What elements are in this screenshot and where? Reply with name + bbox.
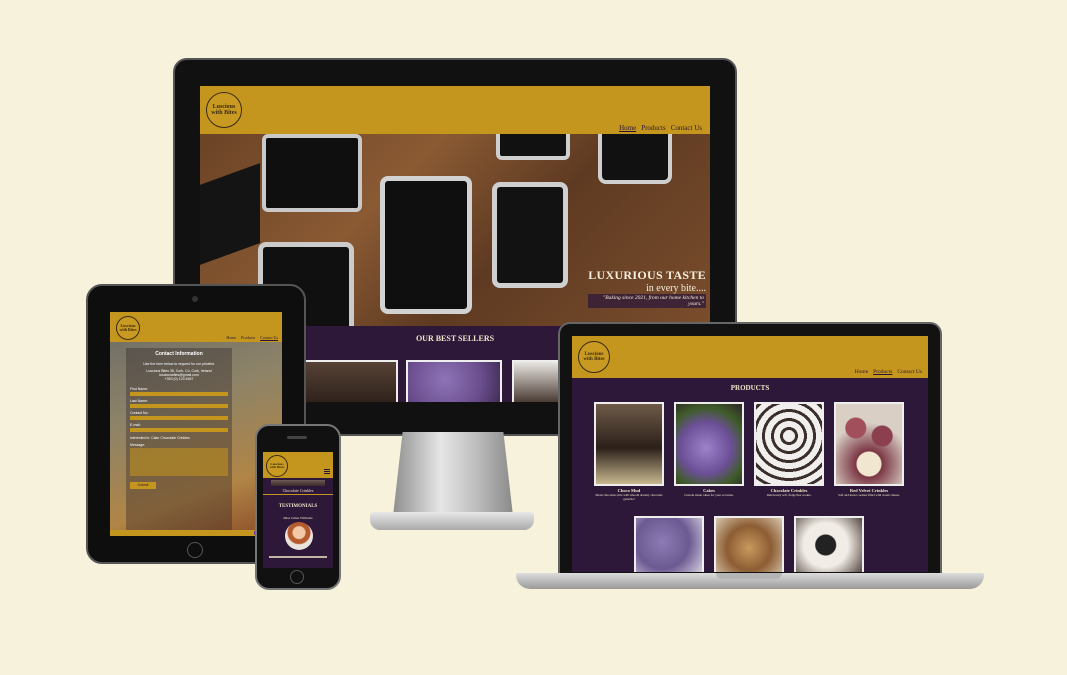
message-label: Message: xyxy=(130,443,146,447)
product-desc: Moist chocolate slice with smooth dreamy… xyxy=(595,493,663,501)
site-header: Luscious with Bites Home Products Contac… xyxy=(572,336,928,378)
monitor-stand-neck xyxy=(393,432,513,516)
message-textarea[interactable] xyxy=(130,448,228,476)
main-nav: Home Products Contact Us xyxy=(221,335,278,340)
laptop-trackpad-notch xyxy=(716,573,782,579)
logo-line2: with Bites xyxy=(211,110,237,116)
site-header: Luscious with Bites Home Products Contac… xyxy=(110,312,282,342)
best-seller-image[interactable] xyxy=(406,360,502,402)
main-nav: Home Products Contact Us xyxy=(850,369,922,375)
hero-dark-board xyxy=(200,163,260,265)
logo-line2: with Bites xyxy=(269,465,285,469)
contact-heading: Contact Information xyxy=(155,351,203,357)
testimonials-heading: TESTIMONIALS xyxy=(278,504,318,509)
product-card[interactable]: Chocolate Crinkles Deliciously soft, fud… xyxy=(754,402,824,497)
product-desc: Deliciously soft, fudge like cookie. xyxy=(766,493,812,497)
hero-tagline: "Baking since 2021, from our home kitche… xyxy=(588,294,706,308)
nav-products[interactable]: Products xyxy=(873,369,892,375)
phone-screen: Luscious with Bites Chocolate Crinkles T… xyxy=(263,452,333,568)
site-header: Luscious with Bites Home Products Contac… xyxy=(200,86,710,134)
last-name-input[interactable] xyxy=(130,404,228,408)
brand-logo[interactable]: Luscious with Bites xyxy=(116,316,140,340)
brand-logo[interactable]: Luscious with Bites xyxy=(266,455,288,477)
product-card[interactable]: Choco Mud Moist chocolate slice with smo… xyxy=(594,402,664,501)
brand-logo[interactable]: Luscious with Bites xyxy=(578,341,610,373)
email-label: E-mail: xyxy=(130,423,141,427)
site-header: Luscious with Bites xyxy=(263,452,333,478)
reviewer-avatar xyxy=(285,522,313,550)
submit-button[interactable]: Submit xyxy=(130,482,156,489)
contact-no-label: Contact No: xyxy=(130,411,149,415)
product-image-chocolate-crinkles xyxy=(754,402,824,486)
nav-contact[interactable]: Contact Us xyxy=(260,335,278,340)
monitor-stand-base xyxy=(370,512,534,530)
product-image-red-velvet-crinkles xyxy=(834,402,904,486)
testimonial-text-line xyxy=(269,556,327,558)
product-image-cakes xyxy=(674,402,744,486)
first-name-input[interactable] xyxy=(130,392,228,396)
main-nav: Home Products Contact Us xyxy=(614,124,702,132)
product-desc: Soft and moist cookies filled with cream… xyxy=(838,493,900,497)
product-card[interactable]: Red Velvet Crinkles Soft and moist cooki… xyxy=(834,402,904,497)
product-image[interactable] xyxy=(794,516,864,572)
logo-line2: with Bites xyxy=(583,357,605,362)
nav-home[interactable]: Home xyxy=(619,124,636,132)
tablet-camera xyxy=(192,296,198,302)
phone-home-button[interactable] xyxy=(290,570,304,584)
contact-intro: Use the form below to request for our pr… xyxy=(143,362,215,366)
reviewer-name: Miss Jamie Williams xyxy=(283,516,313,520)
hamburger-menu-icon[interactable] xyxy=(324,468,330,475)
interest-checkboxes[interactable]: Interested in: Cake Chocolate Crinkles xyxy=(130,436,232,440)
phone-speaker xyxy=(287,436,307,439)
nav-contact[interactable]: Contact Us xyxy=(897,369,922,375)
product-image[interactable] xyxy=(634,516,704,572)
product-card[interactable]: Cakes Custom made cakes for your occasio… xyxy=(674,402,744,497)
contact-no-input[interactable] xyxy=(130,416,228,420)
laptop-device: Luscious with Bites Home Products Contac… xyxy=(558,322,942,576)
phone-device: Luscious with Bites Chocolate Crinkles T… xyxy=(255,424,341,590)
products-heading: PRODUCTS xyxy=(730,384,770,392)
hero-subtitle: in every bite.... xyxy=(646,283,706,294)
mockup-scene: { "brand": {"logo_line1": "Luscious", "l… xyxy=(0,0,1067,675)
hero-tray xyxy=(496,134,570,160)
hero-tray xyxy=(492,182,568,288)
nav-home[interactable]: Home xyxy=(226,335,236,340)
last-name-label: Last Name: xyxy=(130,399,148,403)
hero-title: LUXURIOUS TASTE xyxy=(588,268,706,282)
best-seller-image[interactable] xyxy=(304,360,398,402)
nav-products[interactable]: Products xyxy=(241,335,255,340)
email-input[interactable] xyxy=(130,428,228,432)
hero-tray xyxy=(598,134,672,184)
nav-home[interactable]: Home xyxy=(855,369,868,375)
product-caption: Chocolate Crinkles xyxy=(282,488,314,493)
section-divider xyxy=(263,494,333,495)
tablet-home-button[interactable] xyxy=(187,542,203,558)
laptop-screen: Luscious with Bites Home Products Contac… xyxy=(572,336,928,572)
nav-products[interactable]: Products xyxy=(641,124,666,132)
brand-logo[interactable]: Luscious with Bites xyxy=(206,92,242,128)
logo-line2: with Bites xyxy=(119,327,137,332)
contact-form-panel: Contact Information Use the form below t… xyxy=(126,348,232,530)
hero-tray xyxy=(262,134,362,212)
hero-text-block: LUXURIOUS TASTE in every bite.... "Bakin… xyxy=(588,268,706,308)
first-name-label: First Name: xyxy=(130,387,149,391)
nav-contact[interactable]: Contact Us xyxy=(671,124,702,132)
product-image-choco-mud xyxy=(594,402,664,486)
hero-tray xyxy=(380,176,472,314)
product-image xyxy=(271,480,325,486)
product-image[interactable] xyxy=(714,516,784,572)
contact-phone: +353 (0) 123 4567 xyxy=(164,377,194,381)
product-desc: Custom made cakes for your occasion. xyxy=(684,493,734,497)
